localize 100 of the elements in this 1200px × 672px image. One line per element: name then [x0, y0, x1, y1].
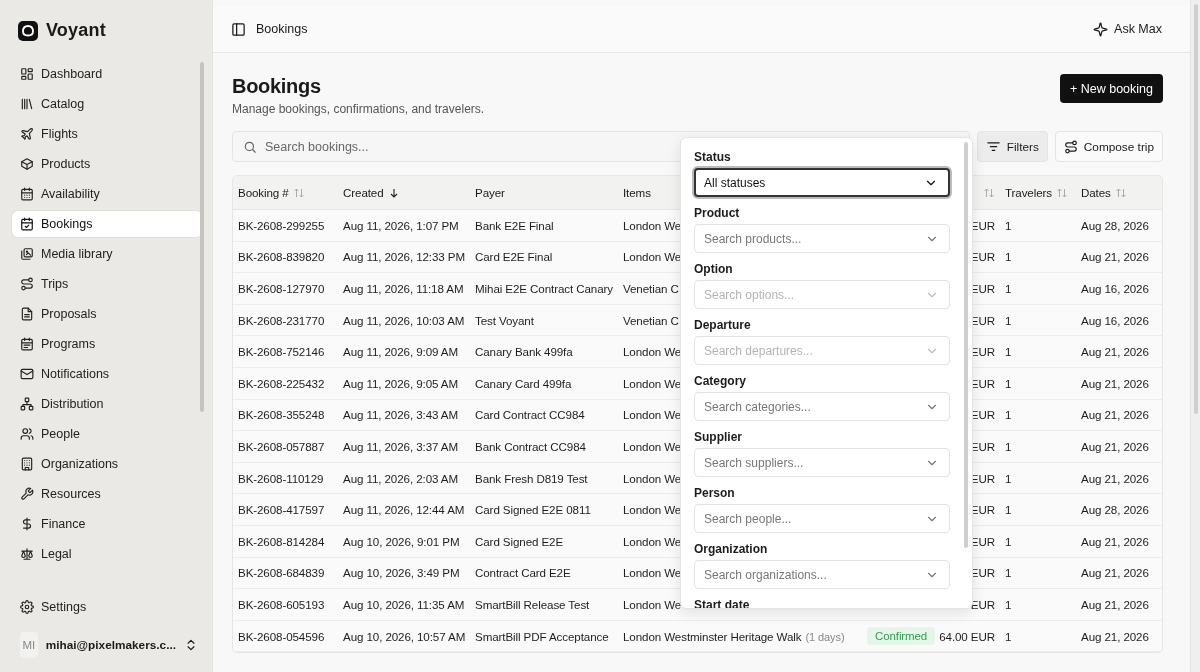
table-cell: 1 — [1005, 471, 1012, 485]
booking-number[interactable]: BK-2608-814284 — [238, 534, 325, 548]
search-select-field[interactable]: Search suppliers... — [694, 448, 950, 477]
field-label: Product — [694, 206, 740, 220]
booking-number[interactable]: BK-2608-605193 — [238, 597, 325, 611]
table-cell: 1 — [1005, 629, 1012, 643]
table-cell: Aug 21, 2026 — [1081, 250, 1149, 264]
table-cell: Aug 11, 2026, 12:33 PM — [343, 250, 465, 264]
table-cell: Canary Card 499fa — [475, 376, 572, 390]
sidebar-item[interactable]: Programs — [12, 331, 202, 357]
table-cell: Aug 21, 2026 — [1081, 376, 1149, 390]
table-cell: SmartBill PDF Acceptance — [475, 629, 609, 643]
column-header[interactable]: Created — [343, 186, 400, 199]
table-cell: Card Signed E2E — [475, 534, 564, 548]
table-cell: Aug 21, 2026 — [1081, 629, 1149, 643]
table-cell: Aug 11, 2026, 3:43 AM — [343, 408, 458, 422]
table-cell: London We — [623, 439, 682, 453]
table-cell: EUR — [970, 597, 995, 611]
compose-trip-button[interactable]: Compose trip — [1054, 131, 1163, 162]
sidebar-item[interactable]: Proposals — [12, 301, 202, 327]
table-cell: Aug 10, 2026, 3:49 PM — [343, 566, 460, 580]
table-cell: Aug 21, 2026 — [1081, 345, 1149, 359]
booking-number[interactable]: BK-2608-231770 — [238, 313, 325, 327]
booking-number[interactable]: BK-2608-110129 — [238, 471, 324, 485]
table-cell: 1 — [1005, 218, 1012, 232]
table-cell: London We — [623, 566, 682, 580]
booking-number[interactable]: BK-2608-839820 — [238, 250, 325, 264]
search-select-field[interactable]: Search products... — [694, 224, 950, 253]
sidebar-item[interactable]: Legal — [12, 541, 202, 567]
sidebar-item[interactable]: Notifications — [12, 361, 202, 387]
table-cell: Aug 10, 2026, 9:01 PM — [343, 534, 460, 548]
search-select-field[interactable]: Search categories... — [694, 392, 950, 421]
table-cell: Aug 28, 2026 — [1081, 218, 1149, 232]
table-cell: London We — [623, 376, 682, 390]
table-cell: 1 — [1005, 503, 1012, 517]
table-cell: London We — [623, 534, 682, 548]
table-cell: London We — [623, 250, 682, 264]
table-cell: Aug 28, 2026 — [1081, 503, 1149, 517]
table-cell: Bank Fresh D819 Test — [475, 471, 588, 485]
search-select-field[interactable]: Search organizations... — [694, 560, 950, 589]
booking-number[interactable]: BK-2608-684839 — [238, 566, 325, 580]
booking-number[interactable]: BK-2608-417597 — [238, 503, 325, 517]
booking-number[interactable]: BK-2608-752146 — [238, 345, 325, 359]
column-header[interactable]: Items — [623, 186, 651, 199]
sidebar-item[interactable]: Distribution — [12, 391, 202, 417]
booking-number[interactable]: BK-2608-225432 — [238, 376, 325, 390]
field-label: Option — [694, 262, 733, 276]
table-cell: Aug 11, 2026, 10:03 AM — [343, 313, 465, 327]
table-cell: Test Voyant — [475, 313, 534, 327]
table-cell: Aug 11, 2026, 2:03 AM — [343, 471, 458, 485]
table-cell: 1 — [1005, 566, 1012, 580]
sidebar-item[interactable]: Dashboard — [12, 61, 202, 87]
booking-number[interactable]: BK-2608-299255 — [238, 218, 325, 232]
booking-number[interactable]: BK-2608-057887 — [238, 439, 325, 453]
sidebar-item[interactable]: Finance — [12, 511, 202, 537]
user-avatar: MI — [20, 632, 38, 658]
sidebar-item[interactable]: People — [12, 421, 202, 447]
table-cell: Aug 16, 2026 — [1081, 282, 1149, 295]
search-select-field[interactable]: Search people... — [694, 504, 950, 533]
field-label: Category — [694, 374, 746, 388]
table-cell: 1 — [1005, 534, 1012, 548]
table-cell: Aug 11, 2026, 11:18 AM — [343, 282, 464, 295]
page-subtitle: Manage bookings, confirmations, and travelers. — [232, 102, 485, 116]
table-cell: 1 — [1005, 250, 1012, 264]
brand-name: Voyant — [46, 20, 106, 41]
table-cell: Canary Bank 499fa — [475, 345, 573, 359]
sidebar-item[interactable]: Settings — [12, 594, 202, 620]
table-cell: Contract Card E2E — [475, 566, 571, 580]
new-booking-button[interactable]: + New booking — [1059, 74, 1163, 103]
sidebar-item[interactable]: Products — [12, 151, 202, 177]
table-cell: Bank Contract CC984 — [475, 439, 586, 453]
table-cell: Aug 10, 2026, 11:35 AM — [343, 597, 465, 611]
booking-number[interactable]: BK-2608-054596 — [238, 629, 325, 643]
sidebar-item[interactable]: Catalog — [12, 91, 202, 117]
sidebar-item[interactable]: Trips — [12, 271, 202, 297]
table-cell: London We — [623, 218, 682, 232]
select-field[interactable]: All statuses — [694, 168, 950, 197]
sidebar-item[interactable]: Organizations — [12, 451, 202, 477]
table-cell: Aug 11, 2026, 9:05 AM — [343, 376, 458, 390]
table-cell: 1 — [1005, 408, 1012, 422]
sidebar-item[interactable]: Resources — [12, 481, 202, 507]
table-cell: 1 — [1005, 439, 1012, 453]
booking-number[interactable]: BK-2608-355248 — [238, 408, 325, 422]
field-label: Departure — [694, 318, 751, 332]
sidebar-item[interactable]: Flights — [12, 121, 202, 147]
user-email[interactable]: mihai@pixelmakers.c... — [45, 638, 176, 652]
table-cell: London We — [623, 503, 682, 517]
column-header[interactable]: Payer — [475, 186, 505, 199]
sidebar-item[interactable]: Availability — [12, 181, 202, 207]
booking-number[interactable]: BK-2608-127970 — [238, 282, 325, 295]
status-badge: Confirmed — [867, 627, 936, 645]
table-cell: SmartBill Release Test — [475, 597, 590, 611]
sidebar-item[interactable]: Bookings — [12, 211, 202, 237]
filters-button[interactable]: Filters — [976, 131, 1048, 162]
ask-assistant-button[interactable]: Ask Max — [1093, 21, 1162, 37]
sidebar-item[interactable]: Media library — [12, 241, 202, 267]
table-cell: Aug 11, 2026, 9:09 AM — [343, 345, 458, 359]
duration-text: (1 days) — [805, 630, 845, 643]
field-label: Person — [694, 486, 735, 500]
table-cell: Aug 21, 2026 — [1081, 534, 1149, 548]
